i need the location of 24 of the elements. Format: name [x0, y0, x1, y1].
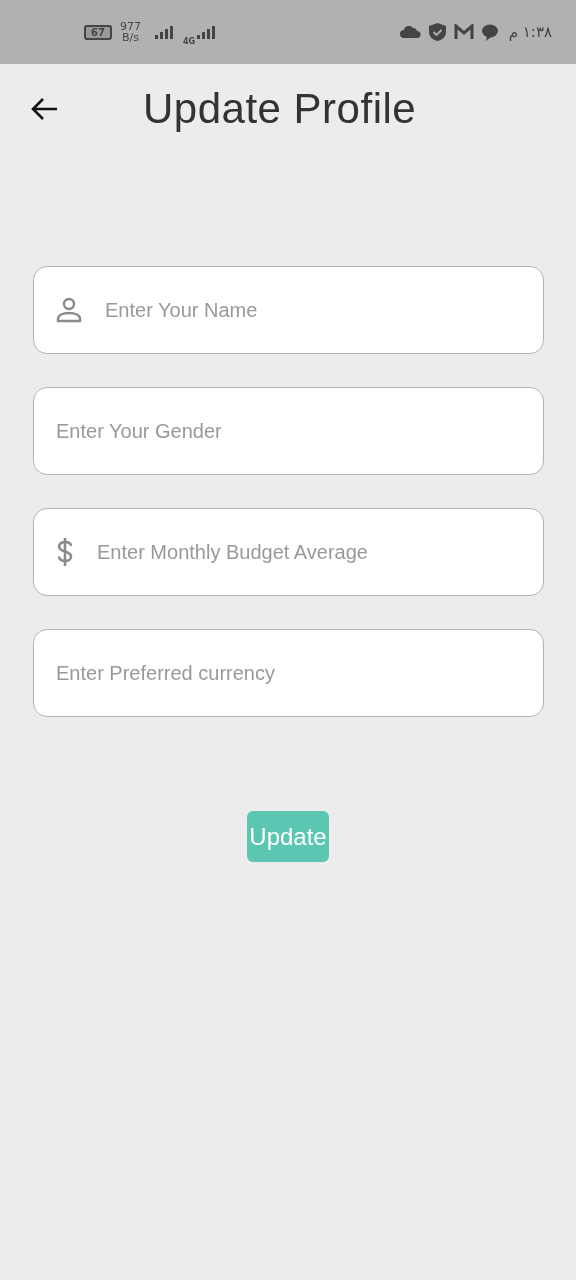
signal-icon: [197, 25, 218, 39]
back-arrow-icon: [30, 97, 58, 121]
dollar-icon: [56, 537, 74, 567]
text-field[interactable]: Enter Preferred currency: [33, 629, 544, 717]
battery-indicator: 67: [84, 24, 112, 40]
input-field[interactable]: Enter Your Name: [105, 290, 543, 330]
text-field[interactable]: Enter Your Name: [33, 266, 544, 354]
shield-icon: [428, 23, 446, 41]
page-title: Update Profile: [143, 85, 417, 133]
input-field[interactable]: Enter Your Gender: [56, 411, 543, 451]
input-field[interactable]: Enter Monthly Budget Average: [97, 532, 543, 572]
speed-unit: B/s: [121, 32, 139, 43]
signal-icon: [154, 25, 175, 39]
update-button[interactable]: Update: [247, 811, 329, 862]
input-field[interactable]: Enter Preferred currency: [56, 653, 543, 693]
clock-time: ١:٣٨ م: [508, 23, 552, 41]
person-icon: [56, 297, 82, 323]
cloud-icon: [399, 26, 421, 38]
network-speed: 977: [119, 21, 141, 32]
network-type: 4G: [182, 36, 196, 46]
text-field[interactable]: Enter Monthly Budget Average: [33, 508, 544, 596]
chat-icon: [481, 23, 501, 41]
mail-icon: [453, 24, 474, 40]
text-field[interactable]: Enter Your Gender: [33, 387, 544, 475]
